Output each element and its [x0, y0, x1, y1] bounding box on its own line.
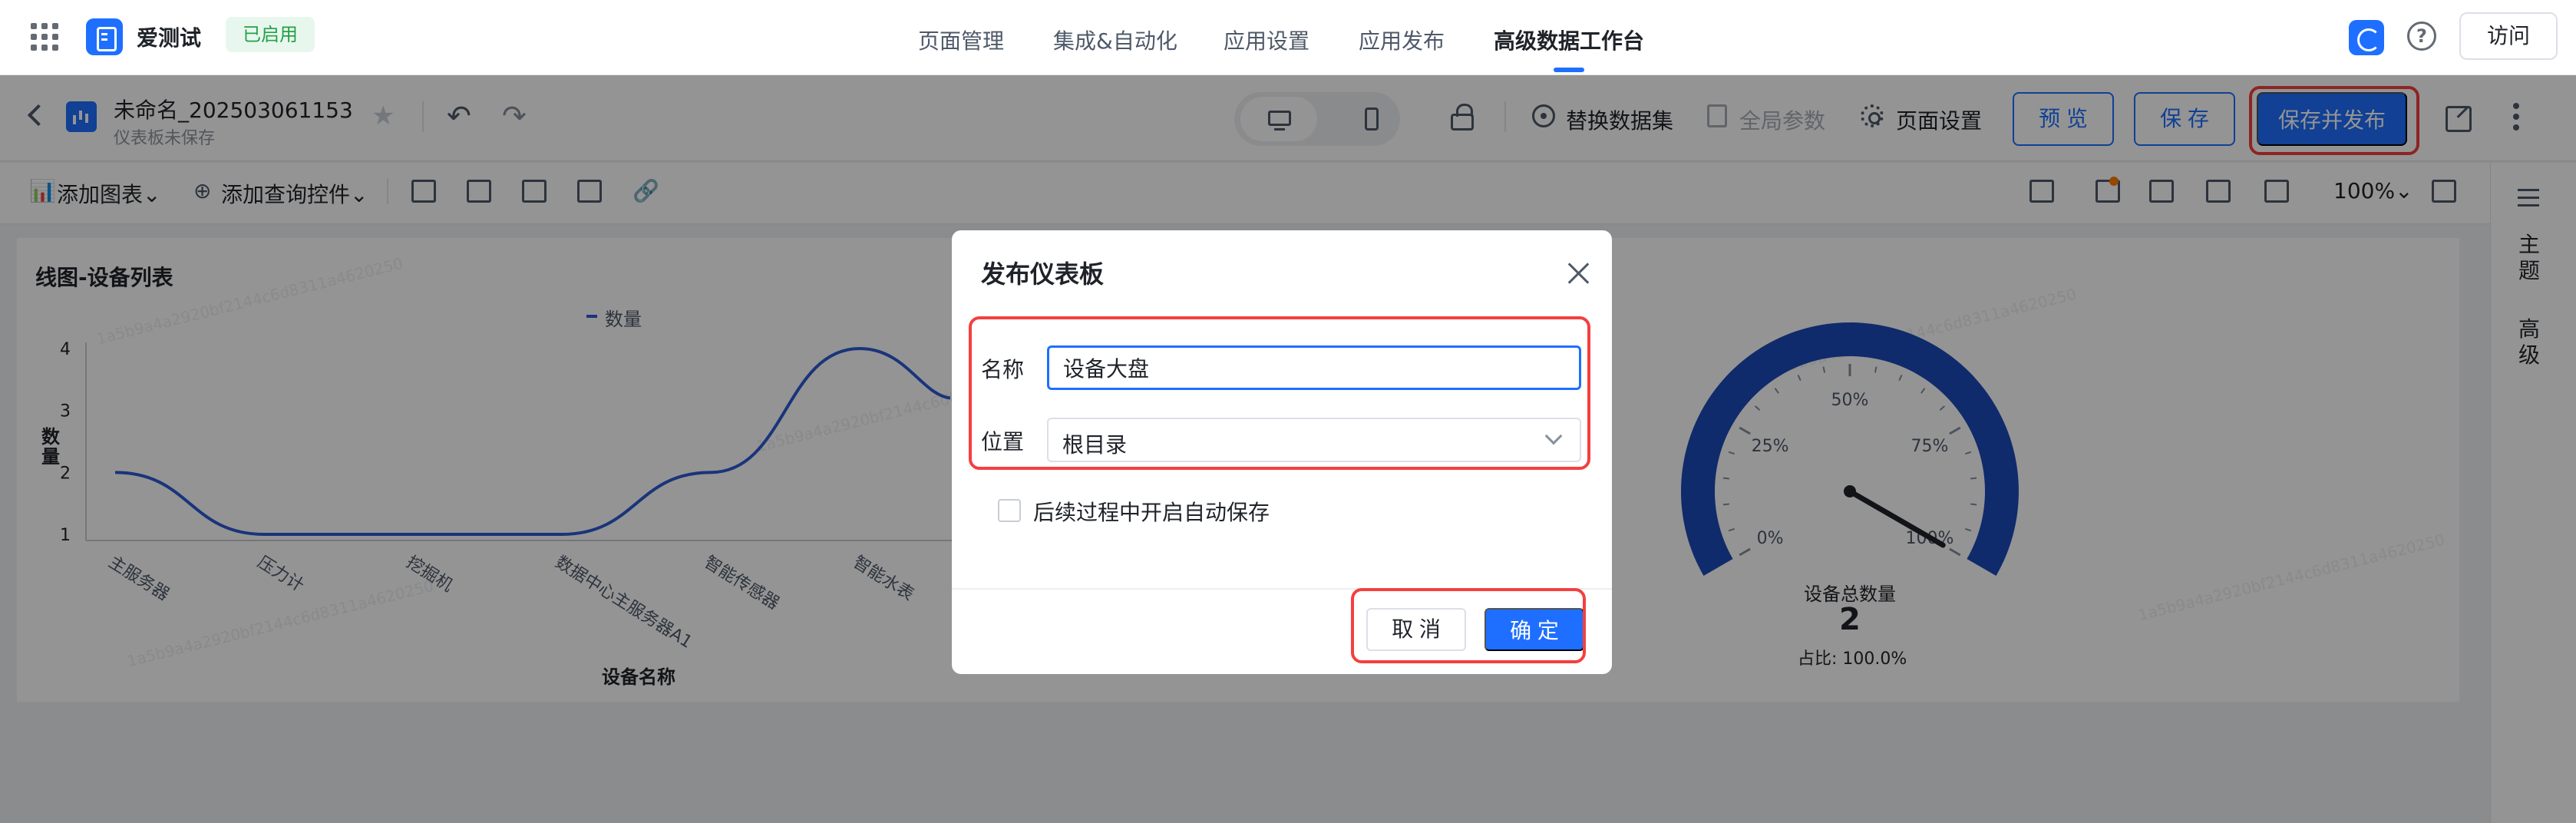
- tab-advanced-data-workbench[interactable]: 高级数据工作台: [1494, 25, 1644, 55]
- dialog-title: 发布仪表板: [981, 259, 1105, 289]
- close-icon[interactable]: [1566, 261, 1590, 286]
- tab-app-publish[interactable]: 应用发布: [1359, 25, 1445, 55]
- highlight-dialog-buttons: [1351, 588, 1586, 663]
- tab-app-settings[interactable]: 应用设置: [1224, 25, 1309, 55]
- help-icon[interactable]: ?: [2407, 21, 2436, 51]
- visit-button[interactable]: 访问: [2459, 12, 2558, 60]
- highlight-form-fields: [969, 316, 1590, 470]
- user-avatar-icon[interactable]: [2349, 20, 2384, 55]
- autosave-checkbox-label[interactable]: 后续过程中开启自动保存: [1033, 496, 1270, 527]
- tab-integration-automation[interactable]: 集成&自动化: [1053, 25, 1177, 55]
- active-tab-indicator: [1554, 68, 1584, 72]
- autosave-checkbox[interactable]: [998, 499, 1021, 522]
